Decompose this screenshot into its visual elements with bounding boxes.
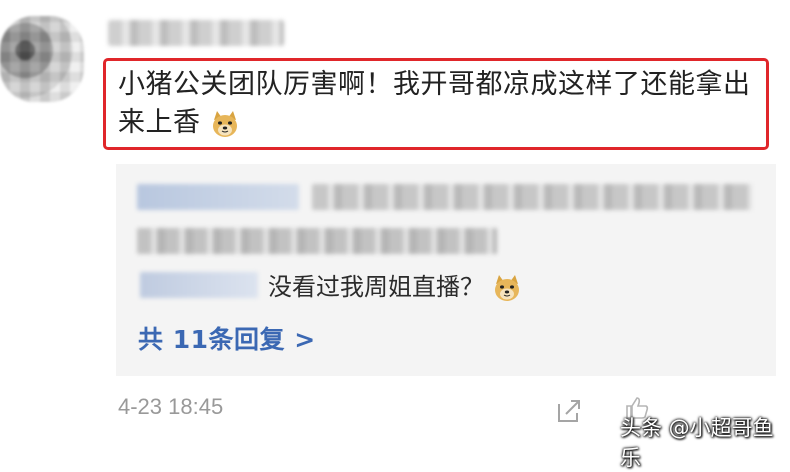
username-blurred[interactable] <box>108 20 284 46</box>
comment-text: 小猪公关团队厉害啊！我开哥都凉成这样了还能拿出来上香 <box>118 66 763 142</box>
reply-username-blurred[interactable] <box>137 184 299 210</box>
watermark-text: 头条 @小超哥鱼乐 <box>620 416 774 470</box>
comment-timestamp: 4-23 18:45 <box>118 394 224 419</box>
avatar[interactable] <box>0 16 84 102</box>
nested-reply: 没看过我周姐直播？ <box>268 272 522 302</box>
reply-text-blurred <box>312 184 752 210</box>
view-all-replies-link[interactable]: 共 11条回复 > <box>138 324 316 356</box>
doge-emoji-icon <box>492 274 522 302</box>
nested-reply-text: 没看过我周姐直播？ <box>268 273 484 301</box>
share-icon[interactable] <box>556 398 582 424</box>
doge-emoji-icon <box>210 110 240 138</box>
reply-username-blurred[interactable] <box>140 272 258 298</box>
reply-text-blurred <box>137 228 497 254</box>
